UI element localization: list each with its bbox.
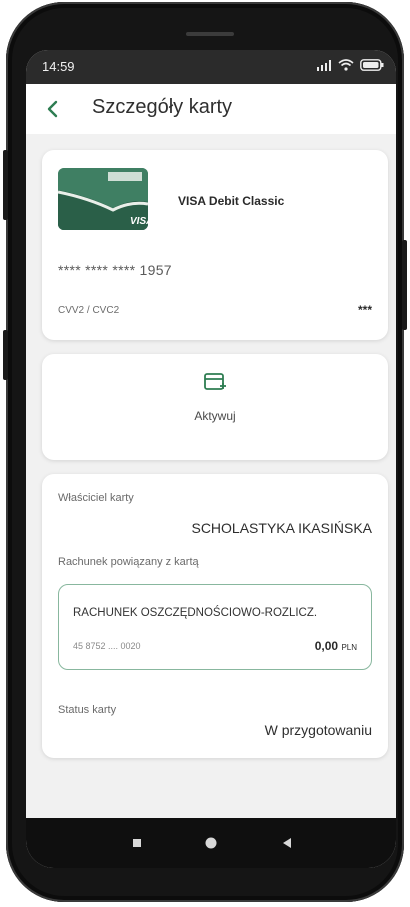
wifi-icon bbox=[338, 59, 354, 71]
status-bar: 14:59 bbox=[26, 50, 396, 84]
screen: 14:59 Szczegóły karty VIS VISA Debit Cla… bbox=[26, 50, 396, 868]
status-label: Status karty bbox=[58, 704, 117, 716]
account-name: RACHUNEK OSZCZĘDNOŚCIOWO-ROZLICZ. bbox=[73, 607, 318, 619]
phone-frame: 14:59 Szczegóły karty VIS VISA Debit Cla… bbox=[6, 2, 404, 902]
circle-icon bbox=[205, 837, 217, 849]
battery-icon bbox=[360, 59, 384, 71]
account-balance-amount: 0,00 bbox=[314, 639, 339, 653]
side-button bbox=[3, 330, 8, 380]
account-number: 45 8752 .... 0020 bbox=[73, 641, 141, 651]
activate-panel: Aktywuj bbox=[42, 354, 388, 460]
cvv-label: CVV2 / CVC2 bbox=[58, 305, 120, 316]
linked-account-tile[interactable]: RACHUNEK OSZCZĘDNOŚCIOWO-ROZLICZ. 45 875… bbox=[58, 584, 372, 670]
earpiece-speaker bbox=[186, 32, 234, 36]
owner-value: SCHOLASTYKA IKASIŃSKA bbox=[191, 520, 372, 536]
card-number: **** **** **** 1957 bbox=[58, 262, 172, 278]
power-button bbox=[402, 240, 407, 330]
owner-label: Właściciel karty bbox=[58, 492, 134, 504]
account-label: Rachunek powiązany z kartą bbox=[58, 556, 199, 568]
activate-label: Aktywuj bbox=[194, 409, 236, 423]
square-icon bbox=[133, 839, 141, 847]
home-button[interactable] bbox=[200, 832, 222, 854]
page-title: Szczegóły karty bbox=[92, 96, 233, 118]
back-nav-button[interactable] bbox=[276, 832, 298, 854]
card-artwork: VISA bbox=[58, 168, 148, 230]
activate-button[interactable]: Aktywuj bbox=[42, 354, 388, 460]
cvv-value: *** bbox=[357, 303, 372, 317]
volume-button bbox=[3, 150, 8, 220]
app-header: Szczegóły karty bbox=[26, 84, 396, 134]
card-image: VISA bbox=[58, 168, 148, 230]
recent-apps-button[interactable] bbox=[126, 832, 148, 854]
account-currency: PLN bbox=[341, 643, 357, 652]
triangle-left-icon bbox=[283, 838, 291, 848]
card-info-panel: VISA VISA Debit Classic **** **** **** 1… bbox=[42, 150, 388, 340]
status-value: W przygotowaniu bbox=[264, 722, 372, 738]
status-time: 14:59 bbox=[42, 59, 75, 74]
status-icons bbox=[316, 59, 384, 71]
system-nav-bar bbox=[26, 818, 396, 868]
chevron-left-icon bbox=[47, 100, 58, 118]
signal-icon bbox=[317, 59, 331, 71]
card-details-panel: Właściciel karty SCHOLASTYKA IKASIŃSKA R… bbox=[42, 474, 388, 758]
card-name: VISA Debit Classic bbox=[178, 194, 285, 208]
back-button[interactable] bbox=[40, 96, 66, 122]
card-add-icon bbox=[200, 368, 230, 398]
visa-logo: VISA bbox=[130, 216, 148, 227]
account-balance: 0,00 PLN bbox=[315, 639, 357, 653]
